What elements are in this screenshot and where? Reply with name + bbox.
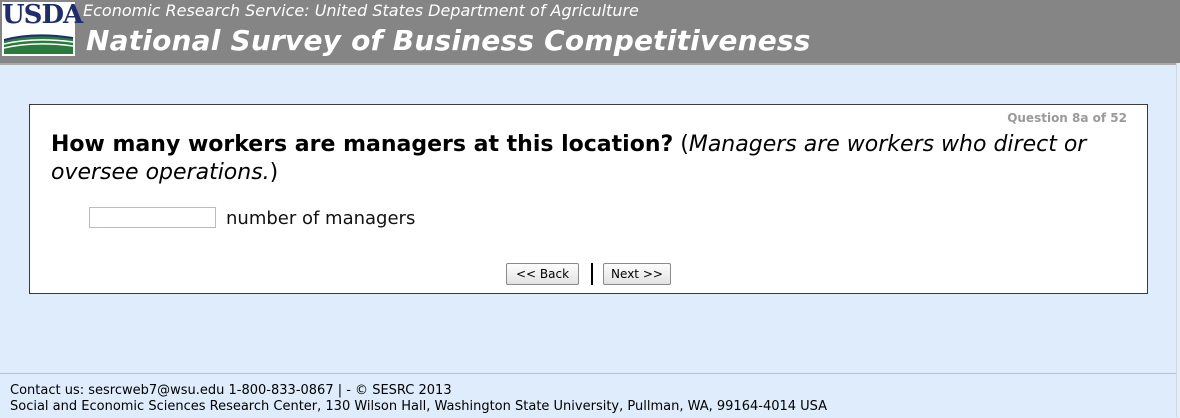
usda-hills-icon (4, 30, 73, 54)
question-text: How many workers are managers at this lo… (51, 131, 1121, 187)
managers-count-input[interactable] (89, 207, 216, 228)
managers-input-label: number of managers (226, 208, 416, 229)
back-button[interactable]: << Back (506, 263, 579, 285)
question-panel: Question 8a of 52 How many workers are m… (29, 104, 1148, 294)
window-edge (1176, 63, 1180, 417)
footer-address: Social and Economic Sciences Research Ce… (10, 399, 828, 414)
question-counter: Question 8a of 52 (1007, 111, 1127, 125)
note-close-paren: ) (269, 160, 279, 185)
footer-contact: Contact us: sesrcweb7@wsu.edu 1-800-833-… (10, 383, 452, 398)
agency-name: Economic Research Service: United States… (83, 1, 639, 20)
next-button[interactable]: Next >> (603, 263, 671, 285)
nav-divider (591, 263, 593, 285)
question-main: How many workers are managers at this lo… (51, 132, 674, 157)
note-open-paren: ( (673, 132, 689, 157)
site-header: USDA Economic Research Service: United S… (0, 0, 1180, 65)
usda-logo-text: USDA (2, 0, 83, 30)
site-footer: Contact us: sesrcweb7@wsu.edu 1-800-833-… (0, 373, 1180, 418)
survey-title: National Survey of Business Competitiven… (86, 24, 811, 57)
usda-logo[interactable]: USDA (2, 0, 83, 56)
